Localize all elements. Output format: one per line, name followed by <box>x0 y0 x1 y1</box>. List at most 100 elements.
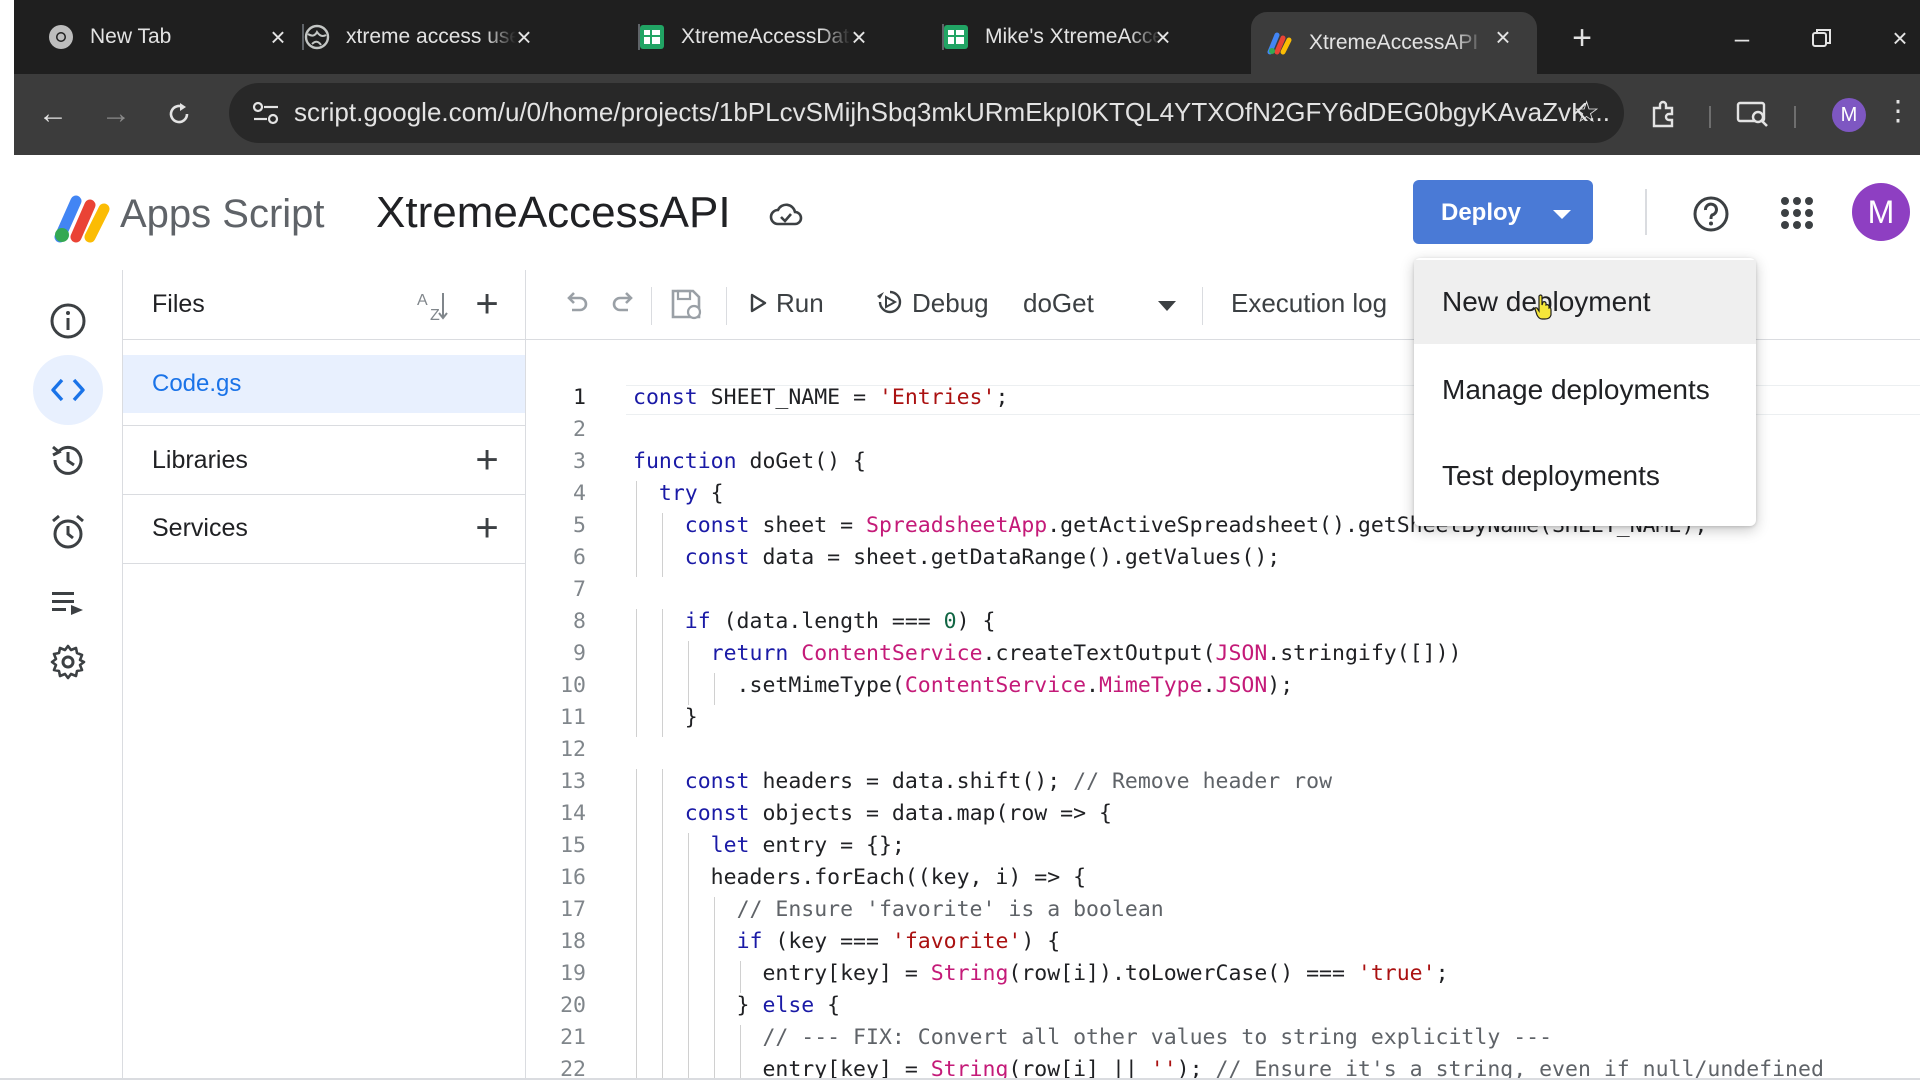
code-line: 12 <box>526 737 1920 769</box>
overview-icon[interactable] <box>33 286 103 356</box>
cloud-saved-icon <box>769 200 803 230</box>
menu-item-manage-deployments[interactable]: Manage deployments <box>1414 348 1756 432</box>
minimize-icon[interactable]: – <box>1722 18 1762 58</box>
code-text: const headers = data.shift(); // Remove … <box>684 769 1333 794</box>
deploy-menu: New deployment Manage deployments Test d… <box>1414 258 1756 526</box>
code-line: 18 if (key === 'favorite') { <box>526 929 1920 961</box>
menu-item-test-deployments[interactable]: Test deployments <box>1414 434 1756 518</box>
page: { "browser": { "tabs": [ {"title": "New … <box>0 0 1920 1080</box>
toolbar-divider <box>1709 106 1711 128</box>
close-tab-icon[interactable]: × <box>1149 23 1177 51</box>
services-label: Services <box>152 514 248 542</box>
menu-item-label: Test deployments <box>1442 460 1660 491</box>
forward-icon[interactable]: → <box>96 94 136 134</box>
settings-gear-icon[interactable] <box>33 627 103 697</box>
line-number: 19 <box>560 961 586 986</box>
save-icon[interactable] <box>670 288 704 327</box>
add-service-button[interactable]: + <box>467 508 507 548</box>
code-text: if (key === 'favorite') { <box>736 929 1061 954</box>
code-text: const SHEET_NAME = 'Entries'; <box>633 385 1009 410</box>
more-menu-icon[interactable]: ⋮ <box>1884 94 1912 134</box>
deploy-button[interactable]: Deploy <box>1413 180 1593 244</box>
code-text: entry[key] = String(row[i]).toLowerCase(… <box>633 961 1449 986</box>
header-divider <box>1645 189 1647 235</box>
browser-tab[interactable]: XtremeAccessData × <box>639 12 939 62</box>
code-line: 9 return ContentService.createTextOutput… <box>526 641 1920 673</box>
execution-log-button[interactable]: Execution log <box>1231 288 1387 319</box>
line-number: 15 <box>560 833 586 858</box>
undo-icon[interactable] <box>562 288 590 323</box>
extensions-icon[interactable] <box>1644 94 1684 134</box>
line-number: 12 <box>560 737 586 762</box>
line-number: 13 <box>560 769 586 794</box>
browser-chrome: New Tab × xtreme access user × XtremeAcc… <box>14 0 1920 155</box>
code-text: function doGet() { <box>633 449 867 474</box>
url-text: script.google.com/u/0/home/projects/1bPL… <box>294 97 1610 127</box>
restore-icon[interactable] <box>1802 18 1842 58</box>
editor-icon[interactable] <box>33 355 103 425</box>
reload-icon[interactable] <box>159 94 199 134</box>
browser-tab-active[interactable]: XtremeAccessAPI - × <box>1251 12 1537 74</box>
history-icon[interactable] <box>33 425 103 495</box>
function-select-value: doGet <box>1023 288 1094 318</box>
left-nav-rail <box>14 270 122 1080</box>
profile-avatar[interactable]: M <box>1832 98 1866 132</box>
toolbar-divider <box>1202 287 1203 325</box>
code-text: const data = sheet.getDataRange().getVal… <box>684 545 1281 570</box>
account-avatar[interactable]: M <box>1852 183 1910 241</box>
site-info-icon[interactable] <box>251 99 281 127</box>
cast-search-icon[interactable] <box>1733 94 1773 134</box>
line-number: 16 <box>560 865 586 890</box>
line-number: 7 <box>573 577 586 602</box>
add-file-button[interactable]: + <box>467 284 507 324</box>
line-number: 8 <box>573 609 586 634</box>
code-line: 10 .setMimeType(ContentService.MimeType.… <box>526 673 1920 705</box>
code-text: if (data.length === 0) { <box>684 609 996 634</box>
close-tab-icon[interactable]: × <box>1489 23 1517 51</box>
file-item-code-gs[interactable]: Code.gs <box>123 355 525 413</box>
code-text: // --- FIX: Convert all other values to … <box>762 1025 1553 1050</box>
google-apps-icon[interactable] <box>1779 195 1815 231</box>
libraries-label: Libraries <box>152 446 248 474</box>
sheets-icon <box>639 24 665 50</box>
debug-button[interactable]: Debug <box>874 288 989 319</box>
run-button[interactable]: Run <box>748 288 824 319</box>
close-tab-icon[interactable]: × <box>264 23 292 51</box>
code-text: .setMimeType(ContentService.MimeType.JSO… <box>633 673 1294 698</box>
project-title[interactable]: XtremeAccessAPI <box>376 188 731 238</box>
function-dropdown-arrow-icon[interactable] <box>1158 301 1176 311</box>
apps-script-logo-icon[interactable] <box>52 191 112 243</box>
code-line: 11 } <box>526 705 1920 737</box>
browser-tab[interactable]: Mike's XtremeAcce × <box>943 12 1243 62</box>
bookmark-star-icon[interactable]: ☆ <box>1573 95 1600 130</box>
code-text: const objects = data.map(row => { <box>684 801 1112 826</box>
browser-tab[interactable]: New Tab × <box>14 12 304 62</box>
close-window-icon[interactable]: × <box>1880 18 1920 58</box>
tab-strip: New Tab × xtreme access user × XtremeAcc… <box>14 0 1920 74</box>
triggers-alarm-icon[interactable] <box>33 497 103 567</box>
close-tab-icon[interactable]: × <box>510 23 538 51</box>
new-tab-button[interactable]: + <box>1562 18 1602 58</box>
line-number: 18 <box>560 929 586 954</box>
toolbar-divider <box>726 287 727 325</box>
code-line: 14 const objects = data.map(row => { <box>526 801 1920 833</box>
services-row: Services + <box>123 494 525 564</box>
add-library-button[interactable]: + <box>467 440 507 480</box>
code-line: 15 let entry = {}; <box>526 833 1920 865</box>
sort-az-icon[interactable]: AZ <box>414 287 452 325</box>
code-text: } else { <box>633 993 841 1018</box>
debug-label: Debug <box>912 288 989 318</box>
redo-icon[interactable] <box>610 288 638 323</box>
back-icon[interactable]: ← <box>33 94 73 134</box>
line-number: 21 <box>560 1025 586 1050</box>
function-select[interactable]: doGet <box>1023 288 1094 319</box>
code-line: 19 entry[key] = String(row[i]).toLowerCa… <box>526 961 1920 993</box>
browser-tab[interactable]: xtreme access user × <box>304 12 550 62</box>
toolbar-divider <box>1794 106 1796 128</box>
help-icon[interactable] <box>1691 194 1731 234</box>
code-line: 22 entry[key] = String(row[i] || ''); //… <box>526 1057 1920 1080</box>
close-tab-icon[interactable]: × <box>845 23 873 51</box>
line-number: 9 <box>573 641 586 666</box>
address-bar[interactable]: script.google.com/u/0/home/projects/1bPL… <box>229 83 1624 143</box>
menu-item-new-deployment[interactable]: New deployment <box>1414 260 1756 344</box>
